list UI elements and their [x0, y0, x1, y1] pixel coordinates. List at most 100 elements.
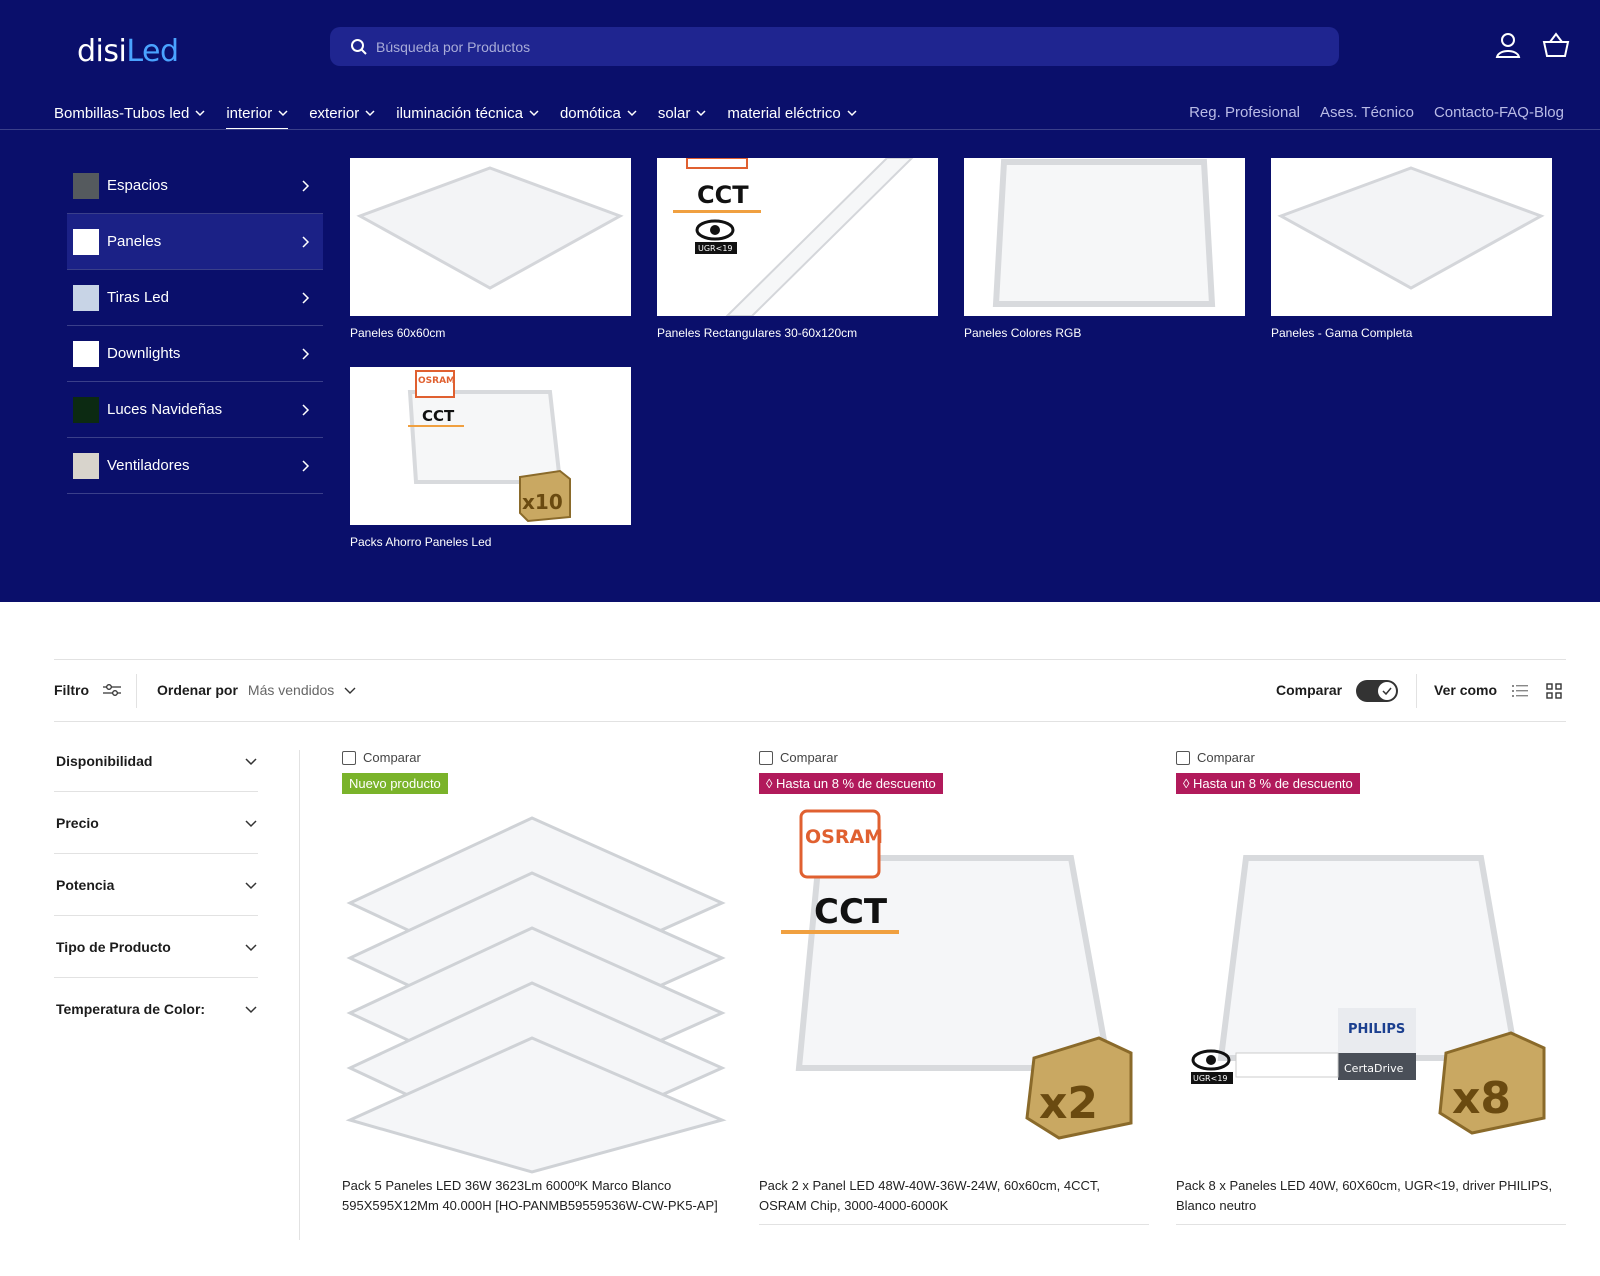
tag-icon: ◊: [1183, 776, 1194, 791]
megamenu-tile[interactable]: OSRAM CCT x10 Packs Ahorro Paneles Led: [350, 367, 631, 549]
nav-item-interior[interactable]: interior: [226, 100, 289, 130]
search-bar[interactable]: [330, 27, 1339, 66]
status-badge: Nuevo producto: [342, 773, 448, 794]
search-icon[interactable]: [350, 38, 368, 56]
chevron-down-icon: [529, 110, 539, 117]
product-image[interactable]: OSRAM CCT x2: [759, 798, 1149, 1176]
product-title[interactable]: Pack 5 Paneles LED 36W 3623Lm 6000ºK Mar…: [342, 1176, 732, 1224]
filter-disponibilidad[interactable]: Disponibilidad: [54, 730, 258, 792]
filter-sidebar: Disponibilidad Precio Potencia Tipo de P…: [54, 730, 258, 1040]
megamenu-tile[interactable]: Paneles - Gama Completa: [1271, 158, 1552, 340]
tile-image: [1271, 158, 1552, 316]
nav-label: solar: [657, 104, 691, 122]
category-downlights[interactable]: Downlights: [67, 326, 323, 382]
filter-tipo-producto[interactable]: Tipo de Producto: [54, 916, 258, 978]
category-thumbnail: [73, 172, 99, 199]
discount-badge: ◊ Hasta un 8 % de descuento: [759, 773, 943, 794]
compare-checkbox[interactable]: Comparar: [342, 750, 732, 765]
product-title[interactable]: Pack 2 x Panel LED 48W-40W-36W-24W, 60x6…: [759, 1176, 1149, 1224]
chevron-down-icon: [245, 757, 257, 765]
megamenu-tile[interactable]: CCT UGR<19 Paneles Rectangulares 30-60x1…: [657, 158, 938, 340]
category-label: Paneles: [107, 233, 162, 250]
category-label: Luces Navideñas: [107, 401, 223, 418]
cart-icon[interactable]: [1541, 30, 1571, 60]
category-luces-navidenas[interactable]: Luces Navideñas: [67, 382, 323, 438]
category-label: Downlights: [107, 345, 181, 362]
checkbox[interactable]: [1176, 750, 1190, 765]
chevron-right-icon: [302, 460, 310, 472]
filter-potencia[interactable]: Potencia: [54, 854, 258, 916]
chevron-right-icon: [302, 348, 310, 360]
chevron-down-icon: [847, 110, 857, 117]
nav-item-exterior[interactable]: exterior: [309, 100, 375, 126]
product-image[interactable]: [342, 798, 732, 1176]
product-card[interactable]: Comparar ◊ Hasta un 8 % de descuento OSR…: [759, 750, 1149, 1225]
checkbox[interactable]: [759, 750, 773, 765]
category-thumbnail: [73, 452, 99, 479]
product-title[interactable]: Pack 8 x Paneles LED 40W, 60X60cm, UGR<1…: [1176, 1176, 1566, 1224]
category-paneles[interactable]: Paneles: [67, 214, 323, 270]
chevron-right-icon: [302, 404, 310, 416]
badge-text: Hasta un 8 % de descuento: [1193, 776, 1353, 791]
chevron-down-icon: [245, 943, 257, 951]
certadrive-text: CertaDrive: [1344, 1062, 1404, 1075]
chevron-down-icon: [344, 687, 356, 694]
nav-item-domotica[interactable]: domótica: [560, 100, 637, 126]
category-ventiladores[interactable]: Ventiladores: [67, 438, 323, 494]
grid-view-icon[interactable]: [1546, 683, 1562, 699]
chevron-down-icon: [278, 110, 288, 117]
compare-label: Comparar: [780, 750, 838, 765]
link-contacto-faq-blog[interactable]: Contacto-FAQ-Blog: [1434, 104, 1564, 121]
nav-item-material-electrico[interactable]: material eléctrico: [727, 100, 857, 126]
filter-temperatura-color[interactable]: Temperatura de Color:: [54, 978, 258, 1040]
tile-caption: Paneles - Gama Completa: [1271, 326, 1413, 340]
tag-icon: ◊: [766, 776, 777, 791]
nav-item-solar[interactable]: solar: [658, 100, 707, 126]
chevron-down-icon: [245, 1006, 257, 1014]
filter-sliders-icon: [103, 684, 121, 696]
category-tiras-led[interactable]: Tiras Led: [67, 270, 323, 326]
divider: [1416, 674, 1417, 708]
checkbox[interactable]: [342, 750, 356, 765]
megamenu-tile[interactable]: Paneles Colores RGB: [964, 158, 1245, 340]
nav-item-bombillas[interactable]: Bombillas-Tubos led: [54, 100, 205, 126]
sort-select[interactable]: Ordenar por Más vendidos: [157, 682, 356, 698]
tile-cct-text: CCT: [697, 181, 749, 209]
filter-precio[interactable]: Precio: [54, 792, 258, 854]
check-icon: [1382, 687, 1392, 695]
product-card[interactable]: Comparar ◊ Hasta un 8 % de descuento PHI…: [1176, 750, 1566, 1225]
link-ases-tecnico[interactable]: Ases. Técnico: [1320, 104, 1414, 121]
nav-item-iluminacion-tecnica[interactable]: iluminación técnica: [396, 100, 539, 126]
logo[interactable]: disiLed: [77, 34, 179, 69]
account-icon[interactable]: [1493, 30, 1523, 60]
category-espacios[interactable]: Espacios: [67, 158, 323, 214]
megamenu-tile[interactable]: Paneles 60x60cm: [350, 158, 631, 340]
chevron-down-icon: [627, 110, 637, 117]
category-label: Ventiladores: [107, 457, 190, 474]
category-thumbnail: [73, 228, 99, 255]
list-view-icon[interactable]: [1512, 684, 1528, 698]
divider: [1176, 1224, 1566, 1225]
logo-text-2: Led: [126, 34, 179, 69]
compare-checkbox[interactable]: Comparar: [1176, 750, 1566, 765]
main-nav: Bombillas-Tubos led interior exterior il…: [54, 100, 878, 130]
product-card[interactable]: Comparar Nuevo producto Pack 5 Paneles L…: [342, 750, 732, 1224]
compare-checkbox[interactable]: Comparar: [759, 750, 1149, 765]
nav-label: iluminación técnica: [396, 104, 523, 122]
filter-toggle[interactable]: Filtro: [54, 682, 121, 698]
filter-label: Temperatura de Color:: [56, 1001, 206, 1017]
tile-image: OSRAM CCT x10: [350, 367, 631, 525]
chevron-down-icon: [365, 110, 375, 117]
secondary-nav: Reg. Profesional Ases. Técnico Contacto-…: [1189, 104, 1564, 121]
divider: [136, 674, 137, 708]
chevron-right-icon: [302, 180, 310, 192]
compare-label: Comparar: [363, 750, 421, 765]
discount-badge: ◊ Hasta un 8 % de descuento: [1176, 773, 1360, 794]
search-input[interactable]: [376, 27, 1316, 66]
product-image[interactable]: PHILIPS CertaDrive UGR<19 x8: [1176, 798, 1566, 1176]
header-megamenu: disiLed Bombillas-Tubos led interior ext…: [0, 0, 1600, 602]
pack-text: x8: [1452, 1073, 1511, 1124]
link-reg-profesional[interactable]: Reg. Profesional: [1189, 104, 1300, 121]
pack-text: x2: [1039, 1078, 1098, 1129]
compare-toggle[interactable]: [1356, 680, 1398, 702]
